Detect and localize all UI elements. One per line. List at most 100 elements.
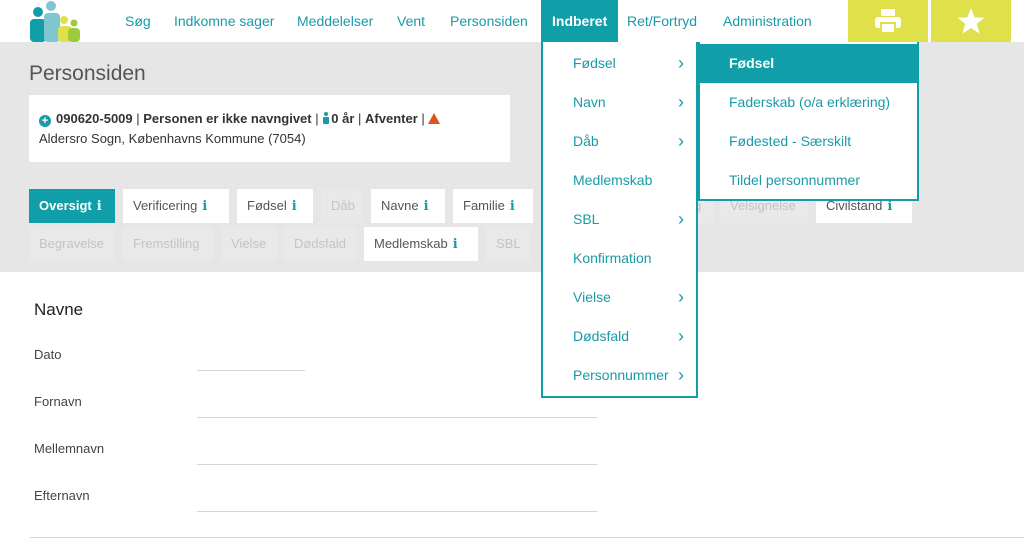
chevron-right-icon: › (678, 287, 684, 307)
expand-plus-icon[interactable]: + (39, 115, 51, 127)
tab-label: Familie (463, 198, 505, 213)
tab-oversigt[interactable]: Oversigt i (29, 189, 115, 223)
chevron-right-icon: › (678, 365, 684, 385)
tab-vielse: Vielse (221, 227, 277, 261)
tab-dodsfald: Dødsfald (284, 227, 356, 261)
nav-personsiden[interactable]: Personsiden (450, 0, 528, 42)
star-icon (957, 8, 985, 34)
info-icon[interactable]: i (202, 199, 207, 214)
warning-icon[interactable] (428, 113, 441, 124)
input-dato[interactable] (197, 370, 305, 371)
case-status: Afventer (365, 111, 418, 126)
submenu-item-tildel-personnummer[interactable]: Tildel personnummer (700, 161, 917, 200)
nav-sog[interactable]: Søg (125, 0, 151, 42)
submenu-item-fodsel[interactable]: Fødsel (700, 44, 917, 83)
nav-indberet[interactable]: Indberet (541, 0, 619, 42)
input-mellemnavn[interactable] (197, 464, 597, 465)
section-title: Navne (34, 300, 84, 319)
tab-begravelse: Begravelse (29, 227, 115, 261)
menu-item-navn[interactable]: Navn › (543, 83, 696, 122)
menu-item-label: SBL (573, 211, 600, 227)
menu-item-label: Navn (573, 94, 606, 110)
chevron-right-icon: › (678, 209, 684, 229)
divider (30, 537, 1024, 538)
label-dato: Dato (34, 347, 62, 362)
tab-fremstilling: Fremstilling (123, 227, 213, 261)
label-mellemnavn: Mellemnavn (34, 441, 105, 456)
tab-familie[interactable]: Familie i (453, 189, 533, 223)
indberet-dropdown-menu: Fødsel › Navn › Dåb › Medlemskab SBL › Konfi… (541, 42, 698, 398)
label-efternavn: Efternavn (34, 488, 90, 503)
tab-verificering[interactable]: Verificering i (123, 189, 229, 223)
print-button[interactable] (848, 0, 928, 42)
favorite-button[interactable] (931, 0, 1011, 42)
menu-item-label: Fødsel (573, 55, 616, 71)
person-address: Aldersro Sogn, Københavns Kommune (7054) (39, 131, 306, 146)
menu-item-label: Vielse (573, 289, 611, 305)
printer-icon (875, 9, 901, 34)
tab-navne[interactable]: Navne i (371, 189, 445, 223)
tab-label: Dødsfald (294, 236, 347, 251)
menu-item-vielse[interactable]: Vielse › (543, 278, 696, 317)
menu-item-dodsfald[interactable]: Dødsfald › (543, 317, 696, 356)
menu-item-sbl[interactable]: SBL › (543, 200, 696, 239)
tab-label: Medlemskab (374, 236, 448, 251)
page-title: Personsiden (29, 62, 146, 85)
person-icon (322, 112, 330, 124)
info-icon[interactable]: i (292, 199, 297, 214)
family-logo-icon[interactable] (28, 0, 84, 42)
separator: | (358, 111, 366, 126)
nav-administration[interactable]: Administration (723, 0, 812, 42)
tab-fodsel[interactable]: Fødsel i (237, 189, 313, 223)
info-icon[interactable]: i (887, 199, 892, 214)
tab-label: Vielse (231, 236, 267, 251)
info-icon[interactable]: i (424, 199, 429, 214)
tab-label: Fødsel (247, 198, 287, 213)
tab-label: Navne (381, 198, 419, 213)
tab-label: Fremstilling (133, 236, 200, 251)
nav-ret-fortryd[interactable]: Ret/Fortryd (627, 0, 697, 42)
input-fornavn[interactable] (197, 417, 597, 418)
menu-item-konfirmation[interactable]: Konfirmation (543, 239, 696, 278)
person-card: +090620-5009 | Personen er ikke navngive… (29, 95, 510, 162)
info-icon[interactable]: i (97, 199, 102, 214)
menu-item-personnummer[interactable]: Personnummer › (543, 356, 696, 395)
menu-item-dab[interactable]: Dåb › (543, 122, 696, 161)
chevron-right-icon: › (678, 326, 684, 346)
label-fornavn: Fornavn (34, 394, 82, 409)
menu-item-label: Personnummer (573, 367, 669, 383)
menu-item-label: Konfirmation (573, 250, 652, 266)
info-icon[interactable]: i (510, 199, 515, 214)
menu-item-medlemskab[interactable]: Medlemskab (543, 161, 696, 200)
person-summary-line: +090620-5009 | Personen er ikke navngive… (39, 109, 500, 129)
tab-dab: Dåb (321, 189, 363, 223)
tab-label: SBL (496, 236, 521, 251)
menu-item-label: Dødsfald (573, 328, 630, 344)
chevron-right-icon: › (678, 131, 684, 151)
nav-vent[interactable]: Vent (397, 0, 425, 42)
info-icon[interactable]: i (453, 237, 458, 252)
chevron-right-icon: › (678, 53, 684, 73)
separator: | (315, 111, 323, 126)
chevron-right-icon: › (678, 92, 684, 112)
age: 0 år (331, 111, 355, 126)
nav-indkomne-sager[interactable]: Indkomne sager (174, 0, 274, 42)
input-efternavn[interactable] (197, 511, 597, 512)
name-status: Personen er ikke navngivet (143, 111, 312, 126)
cpr-number: 090620-5009 (56, 111, 133, 126)
tab-label: Begravelse (39, 236, 105, 251)
menu-item-fodsel[interactable]: Fødsel › (543, 44, 696, 83)
submenu-item-faderskab[interactable]: Faderskab (o/a erklæring) (700, 83, 917, 122)
separator: | (421, 111, 429, 126)
tab-label: Verificering (133, 198, 198, 213)
menu-item-label: Medlemskab (573, 172, 653, 188)
nav-meddelelser[interactable]: Meddelelser (297, 0, 373, 42)
submenu-item-fodested[interactable]: Fødested - Særskilt (700, 122, 917, 161)
menu-item-label: Dåb (573, 133, 599, 149)
fodsel-submenu: Fødsel Faderskab (o/a erklæring) Fødeste… (698, 42, 919, 201)
tab-medlemskab[interactable]: Medlemskab i (364, 227, 478, 261)
tab-label: Oversigt (39, 198, 92, 213)
top-navigation: Søg Indkomne sager Meddelelser Vent Pers… (0, 0, 1024, 42)
tab-sbl: SBL (486, 227, 530, 261)
tab-label: Dåb (331, 198, 355, 213)
